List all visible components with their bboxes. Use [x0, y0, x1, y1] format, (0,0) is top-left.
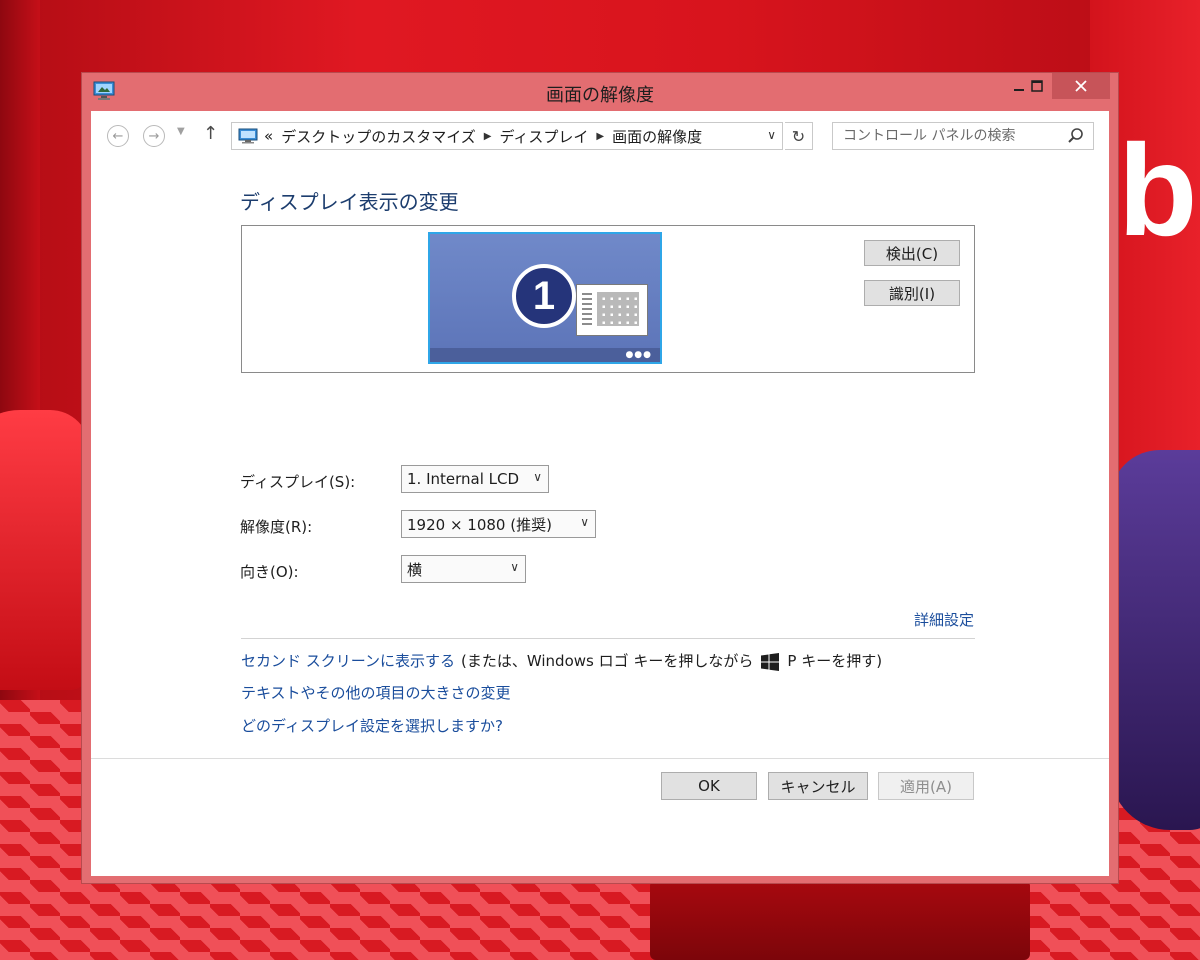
monitor-1-thumbnail[interactable]: 1 ●●●: [428, 232, 662, 364]
orientation-label: 向き(O):: [240, 563, 299, 581]
detect-button[interactable]: 検出(C): [864, 240, 960, 266]
ok-button[interactable]: OK: [661, 772, 757, 800]
navigation-bar: ← → ▼ ↑ « デスクトップのカスタマイズ ▶ ディスプレイ ▶ 画面の解像…: [91, 111, 1109, 161]
second-screen-row: セカンド スクリーンに表示する (または、Windows ロゴ キーを押しながら…: [241, 650, 882, 671]
resolution-select-value: 1920 × 1080 (推奨): [407, 515, 552, 534]
back-arrow-icon: ←: [112, 128, 124, 144]
text-size-row: テキストやその他の項目の大きさの変更: [241, 682, 511, 703]
close-icon: [1075, 80, 1087, 92]
window-client-area: ← → ▼ ↑ « デスクトップのカスタマイズ ▶ ディスプレイ ▶ 画面の解像…: [91, 111, 1109, 876]
window-grid-decoration: [597, 292, 639, 326]
display-arrangement-preview: 1 ●●● 検出(C) 識別(I): [241, 225, 975, 373]
close-button[interactable]: [1052, 73, 1110, 99]
maximize-button[interactable]: [1022, 73, 1052, 99]
up-button[interactable]: ↑: [203, 123, 218, 144]
title-bar[interactable]: 画面の解像度: [82, 73, 1118, 111]
maximize-icon: [1031, 80, 1043, 92]
address-history-chevron-icon[interactable]: ∨: [767, 128, 776, 142]
monitor-window-illustration-icon: [576, 284, 648, 336]
breadcrumb-display[interactable]: ディスプレイ: [499, 126, 588, 147]
second-screen-hint: (または、Windows ロゴ キーを押しながら: [461, 652, 754, 670]
forward-arrow-icon: →: [148, 128, 160, 144]
search-icon[interactable]: [1067, 127, 1085, 145]
search-box[interactable]: [832, 122, 1094, 150]
identify-button[interactable]: 識別(I): [864, 280, 960, 306]
section-divider: [241, 638, 975, 639]
recent-locations-dropdown[interactable]: ▼: [177, 126, 185, 137]
address-bar[interactable]: « デスクトップのカスタマイズ ▶ ディスプレイ ▶ 画面の解像度 ∨: [231, 122, 783, 150]
which-settings-row: どのディスプレイ設定を選択しますか?: [241, 715, 503, 736]
wallpaper-chair-right: [1110, 450, 1200, 830]
up-arrow-icon: ↑: [203, 123, 219, 144]
control-panel-icon: [238, 128, 258, 144]
orientation-select[interactable]: 横 ∨: [401, 555, 526, 583]
monitor-taskbar: ●●●: [430, 348, 660, 362]
chevron-down-icon: ∨: [580, 515, 589, 529]
window-title: 画面の解像度: [546, 85, 654, 106]
wallpaper-pedestal: [650, 880, 1030, 960]
chevron-down-icon: ∨: [510, 560, 519, 574]
more-dots-icon: ●●●: [625, 350, 652, 360]
cancel-button[interactable]: キャンセル: [768, 772, 868, 800]
screen-resolution-window: 画面の解像度 ← → ▼ ↑ « デスクトップのカスタマイズ ▶ ディスプレイ …: [81, 72, 1119, 884]
text-size-link[interactable]: テキストやその他の項目の大きさの変更: [241, 682, 511, 703]
search-input[interactable]: [841, 127, 1067, 145]
orientation-select-value: 横: [407, 560, 423, 579]
second-screen-link[interactable]: セカンド スクリーンに表示する: [241, 650, 455, 671]
window-lines-decoration: [582, 293, 592, 327]
wallpaper-logo-letter: b: [1118, 117, 1198, 263]
back-button[interactable]: ←: [107, 125, 129, 147]
display-select[interactable]: 1. Internal LCD ∨: [401, 465, 549, 493]
address-overflow-chevron[interactable]: «: [264, 127, 273, 145]
second-screen-hint-end: P キーを押す): [787, 652, 883, 670]
chevron-down-icon: ▼: [177, 126, 185, 137]
windows-logo-icon: [761, 652, 780, 671]
page-title: ディスプレイ表示の変更: [240, 190, 459, 214]
which-display-settings-link[interactable]: どのディスプレイ設定を選択しますか?: [241, 715, 503, 736]
refresh-button[interactable]: ↻: [785, 122, 813, 150]
breadcrumb-separator-icon[interactable]: ▶: [596, 131, 604, 142]
footer-divider: [91, 758, 1109, 759]
breadcrumb-separator-icon[interactable]: ▶: [484, 131, 492, 142]
resolution-label: 解像度(R):: [240, 518, 313, 536]
resolution-select[interactable]: 1920 × 1080 (推奨) ∨: [401, 510, 596, 538]
breadcrumb-customize-desktop[interactable]: デスクトップのカスタマイズ: [281, 126, 476, 147]
forward-button[interactable]: →: [143, 125, 165, 147]
chevron-down-icon: ∨: [533, 470, 542, 484]
display-select-value: 1. Internal LCD: [407, 470, 520, 488]
advanced-settings-link[interactable]: 詳細設定: [914, 609, 974, 630]
monitor-number-badge: 1: [512, 264, 576, 328]
apply-button[interactable]: 適用(A): [878, 772, 974, 800]
display-label: ディスプレイ(S):: [240, 473, 356, 491]
refresh-icon: ↻: [791, 126, 806, 146]
wallpaper-chair-left: [0, 410, 90, 690]
breadcrumb-screen-resolution[interactable]: 画面の解像度: [612, 126, 702, 147]
